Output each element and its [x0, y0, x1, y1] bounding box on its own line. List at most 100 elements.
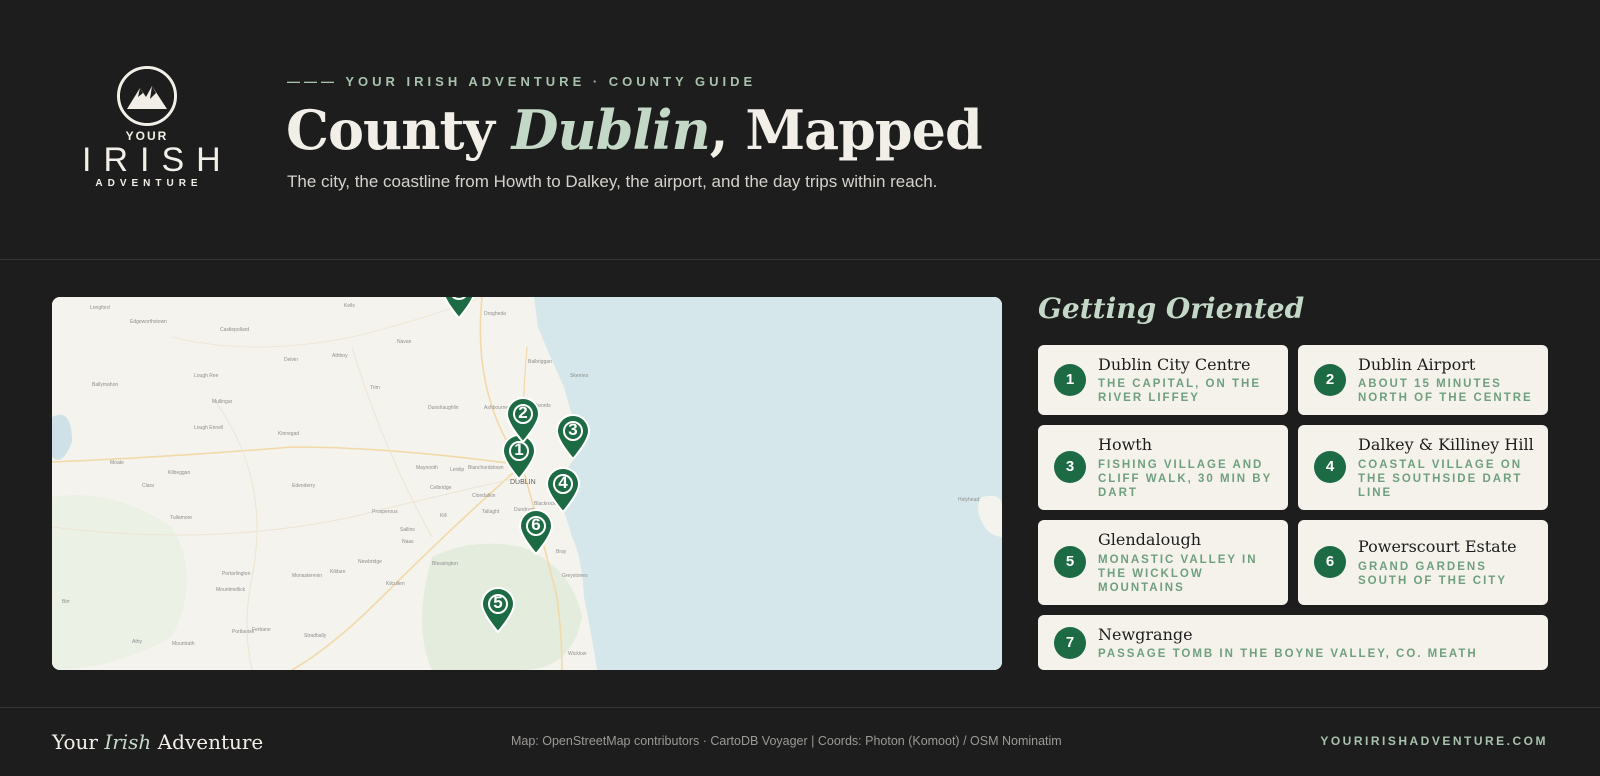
map-pin-4[interactable]: 4	[545, 467, 581, 513]
map-pin-icon	[443, 297, 475, 319]
map-place-label: Portarlington	[222, 571, 251, 577]
map-pin-6[interactable]: 6	[518, 509, 554, 555]
location-description: GRAND GARDENS SOUTH OF THE CITY	[1358, 561, 1507, 587]
map-place-label: Lough Ree	[194, 373, 219, 379]
map-place-label: Balbriggan	[528, 359, 552, 365]
map-place-label: Mountrath	[172, 641, 195, 647]
map-place-label: Clara	[142, 483, 154, 489]
map-pin-number: 7	[441, 297, 477, 299]
page-subtitle: The city, the coastline from Howth to Da…	[287, 172, 938, 191]
location-card-4[interactable]: 4 Dalkey & Killiney Hill COASTAL VILLAGE…	[1298, 425, 1548, 510]
number-badge: 1	[1054, 364, 1086, 396]
sidebar-title: Getting Oriented	[1038, 292, 1305, 325]
brand-pre: Your	[52, 730, 105, 754]
map-place-label: Newbridge	[358, 559, 382, 565]
map-pin-number: 4	[558, 473, 568, 492]
map-place-label: Kells	[344, 303, 355, 309]
map-place-label: Bray	[556, 549, 567, 555]
map-place-label: Longford	[90, 305, 110, 311]
map-pin-number: 3	[568, 420, 578, 439]
brand-emphasis: Irish	[104, 730, 152, 754]
page-title: County Dublin, Mapped	[286, 98, 983, 162]
map-place-label: Portlaoise	[232, 629, 255, 635]
map-place-label: Edenderry	[292, 483, 316, 489]
map-place-label: Ferbane	[252, 627, 271, 633]
location-description: FISHING VILLAGE AND CLIFF WALK, 30 MIN B…	[1098, 459, 1273, 499]
number-badge: 3	[1054, 451, 1086, 483]
location-name: Newgrange	[1098, 625, 1193, 644]
location-description: MONASTIC VALLEY IN THE WICKLOW MOUNTAINS	[1098, 554, 1258, 594]
footer-website-link[interactable]: YOURIRISHADVENTURE.COM	[1320, 734, 1548, 748]
map-place-label: Skerries	[570, 373, 589, 379]
brand-post: Adventure	[151, 730, 264, 754]
location-card-1[interactable]: 1 Dublin City Centre THE CAPITAL, ON THE…	[1038, 345, 1288, 415]
map-place-label: Edgeworthstown	[130, 319, 167, 325]
map-pin-number: 2	[518, 403, 528, 422]
map-pin-5[interactable]: 5	[480, 587, 516, 633]
location-card-6[interactable]: 6 Powerscourt Estate GRAND GARDENS SOUTH…	[1298, 520, 1548, 605]
number-badge: 5	[1054, 546, 1086, 578]
title-emphasis: Dublin	[511, 98, 711, 162]
map-place-label: Kill	[440, 513, 447, 519]
eyebrow-label: ——— YOUR IRISH ADVENTURE · COUNTY GUIDE	[287, 74, 757, 89]
map-place-label: Stradbally	[304, 633, 327, 639]
logo-text-bottom: ADVENTURE	[95, 178, 203, 189]
location-name: Howth	[1098, 435, 1153, 454]
map-place-label: Sallins	[400, 527, 415, 533]
location-description: PASSAGE TOMB IN THE BOYNE VALLEY, CO. ME…	[1098, 648, 1478, 660]
logo-text-middle: IRISH	[82, 141, 233, 179]
map-place-label: Tallaght	[482, 509, 500, 515]
map-place-label: Holyhead	[958, 497, 980, 503]
brand-logo[interactable]: YOUR IRISH ADVENTURE	[72, 66, 222, 196]
map-place-label: Lough Ennell	[194, 425, 224, 431]
map-place-label: Athboy	[332, 353, 348, 359]
location-card-2[interactable]: 2 Dublin Airport ABOUT 15 MINUTES NORTH …	[1298, 345, 1548, 415]
map-place-label: Moate	[110, 460, 124, 466]
map-place-label: Prosperous	[372, 509, 398, 515]
county-map[interactable]: Longford Kells Drogheda Edgeworthstown Castl…	[52, 297, 1002, 670]
map-place-label: Castlepollard	[220, 327, 250, 333]
location-name: Glendalough	[1098, 530, 1202, 549]
page-header: YOUR IRISH ADVENTURE ——— YOUR IRISH ADVE…	[0, 0, 1600, 260]
map-place-label: Trim	[370, 385, 380, 391]
map-credits: Map: OpenStreetMap contributors · CartoD…	[511, 734, 1062, 748]
title-pre: County	[286, 98, 512, 162]
map-place-label: Dunshaughlin	[428, 405, 459, 411]
map-pin-2[interactable]: 2	[505, 397, 541, 443]
location-card-7[interactable]: 7 Newgrange PASSAGE TOMB IN THE BOYNE VA…	[1038, 615, 1548, 670]
map-place-label: Leixlip	[450, 467, 465, 473]
page-footer: Your Irish Adventure Map: OpenStreetMap …	[0, 707, 1600, 776]
number-badge: 4	[1314, 451, 1346, 483]
map-place-label: Clondalkin	[472, 493, 496, 499]
footer-brand[interactable]: Your Irish Adventure	[52, 730, 263, 754]
map-pin-3[interactable]: 3	[555, 414, 591, 460]
number-badge: 2	[1314, 364, 1346, 396]
map-place-label: Kildare	[330, 569, 346, 575]
map-place-label: Ballymahon	[92, 382, 119, 388]
map-place-label: Kinnegad	[278, 431, 300, 437]
map-place-label: Celbridge	[430, 485, 452, 491]
map-place-label: Kilcullen	[386, 581, 405, 587]
map-pin-7[interactable]: 7	[441, 297, 477, 319]
map-place-label: Delvin	[284, 357, 298, 363]
map-pin-number: 6	[531, 515, 541, 534]
number-badge: 6	[1314, 546, 1346, 578]
map-place-label: Blanchardstown	[468, 465, 504, 471]
location-card-5[interactable]: 5 Glendalough MONASTIC VALLEY IN THE WIC…	[1038, 520, 1288, 605]
map-place-label: Blessington	[432, 561, 458, 567]
location-name: Dalkey & Killiney Hill	[1358, 435, 1534, 454]
map-place-label: Tullamore	[170, 515, 193, 521]
location-description: ABOUT 15 MINUTES NORTH OF THE CENTRE	[1358, 378, 1533, 404]
map-place-label: Greystones	[562, 573, 588, 579]
map-place-label: Mountmellick	[216, 587, 246, 593]
location-name: Dublin City Centre	[1098, 355, 1251, 374]
mountain-icon	[117, 66, 177, 126]
location-description: THE CAPITAL, ON THE RIVER LIFFEY	[1098, 378, 1262, 404]
map-place-label: DUBLIN	[510, 479, 536, 486]
map-pin-number: 1	[514, 440, 524, 459]
location-card-3[interactable]: 3 Howth FISHING VILLAGE AND CLIFF WALK, …	[1038, 425, 1288, 510]
title-post: , Mapped	[709, 98, 983, 162]
map-pin-number: 5	[493, 593, 503, 612]
location-name: Dublin Airport	[1358, 355, 1476, 374]
map-place-label: Wicklow	[568, 651, 587, 657]
